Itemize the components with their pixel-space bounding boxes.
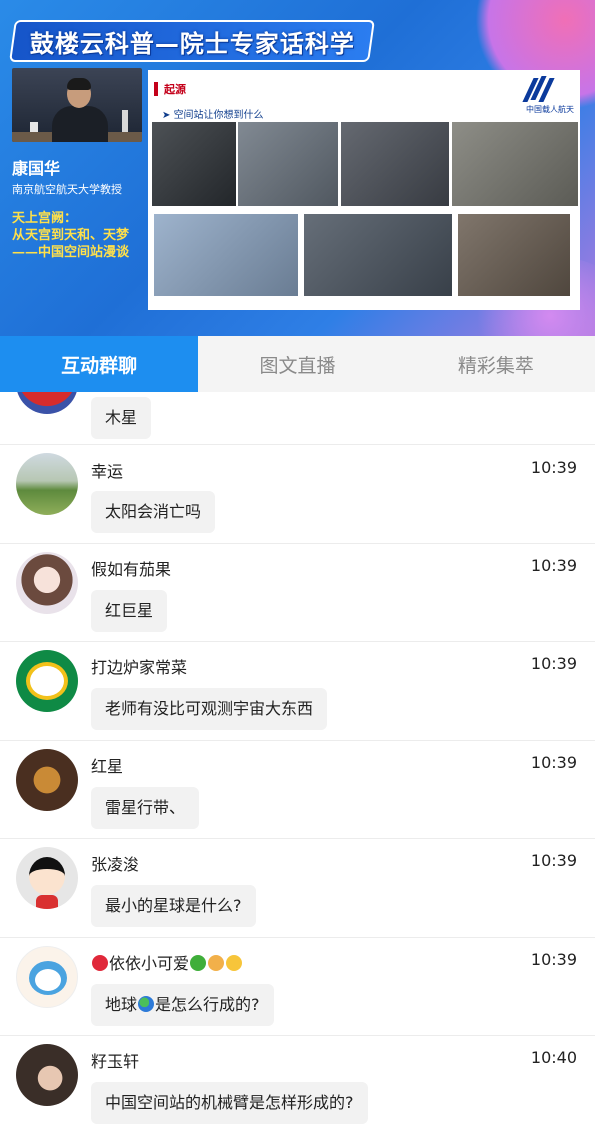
message-time: 10:40 (530, 1048, 577, 1067)
user-name[interactable]: 依依小可爱 (91, 950, 243, 974)
cartoon-kid-avatar[interactable] (16, 847, 78, 909)
green-logo-avatar[interactable] (16, 650, 78, 712)
slide-photo (341, 122, 449, 206)
tree-photo-avatar[interactable] (16, 453, 78, 515)
user-name-text: 依依小可爱 (109, 954, 190, 973)
presentation-slide: 起源 ➤ 空间站让你想到什么 中国载人航天 (148, 70, 580, 310)
tab-live-text[interactable]: 图文直播 (198, 336, 396, 392)
chat-message: 籽玉轩 10:40 中国空间站的机械臂是怎样形成的? (0, 1036, 595, 1125)
chat-bubble: 太阳会消亡吗 (91, 491, 216, 533)
chat-message: 张凌浚 10:39 最小的星球是什么? (0, 839, 595, 938)
user-name[interactable]: 幸运 (91, 458, 123, 482)
doraemon-avatar[interactable] (16, 946, 78, 1008)
clover-icon (190, 955, 207, 971)
globe-icon (138, 996, 155, 1012)
message-text: 是怎么行成的? (155, 995, 260, 1014)
message-time: 10:39 (530, 851, 577, 870)
user-name[interactable]: 假如有茄果 (91, 556, 171, 580)
logo-text: 中国载人航天 (526, 105, 574, 114)
anime-girl-avatar[interactable] (16, 552, 78, 614)
chat-message: 木星 (0, 392, 595, 445)
slide-photo (458, 214, 570, 296)
rocket-model (122, 110, 128, 132)
slide-photo (452, 122, 578, 206)
strawberry-icon (92, 955, 108, 971)
message-time: 10:39 (530, 458, 577, 477)
cat-face-icon (226, 955, 243, 971)
tab-interactive-chat[interactable]: 互动群聊 (0, 336, 199, 392)
chat-bubble: 红巨星 (91, 590, 168, 632)
chat-message: 依依小可爱 10:39 地球 是怎么行成的? (0, 938, 595, 1036)
message-time: 10:39 (530, 950, 577, 969)
presenter-body (52, 106, 108, 142)
banner-title: 鼓楼云科普—院士专家话科学 (29, 29, 355, 58)
chat-bubble: 地球 是怎么行成的? (91, 984, 274, 1026)
user-name[interactable]: 打边炉家常菜 (91, 654, 187, 678)
topic-line: 天上宫阙： (12, 211, 78, 226)
slide-photo (154, 214, 298, 296)
message-time: 10:39 (530, 753, 577, 772)
user-name[interactable]: 张凌浚 (91, 851, 139, 875)
presenter-video (12, 68, 142, 142)
cat-figure-avatar[interactable] (16, 749, 78, 811)
tab-highlights[interactable]: 精彩集萃 (397, 336, 595, 392)
message-time: 10:39 (530, 556, 577, 575)
message-time: 10:39 (530, 654, 577, 673)
chat-message: 幸运 10:39 太阳会消亡吗 (0, 445, 595, 544)
slide-subtitle: ➤ 空间站让你想到什么 (162, 110, 264, 121)
chat-bubble: 最小的星球是什么? (91, 885, 256, 927)
hand-photo-avatar[interactable] (16, 1044, 78, 1106)
user-name[interactable]: 红星 (91, 753, 123, 777)
slide-photo (238, 122, 338, 206)
slide-photo (152, 122, 236, 206)
chat-bubble: 中国空间站的机械臂是怎样形成的? (91, 1082, 368, 1124)
topic-line: 从天宫到天和、天梦 (12, 228, 130, 243)
message-text: 地球 (105, 995, 138, 1014)
slide-photo (304, 214, 452, 296)
program-banner: 鼓楼云科普—院士专家话科学 (9, 20, 375, 62)
slide-title-bar (154, 82, 158, 96)
presenter-hair (67, 78, 91, 90)
red-cartoon-avatar[interactable] (16, 392, 78, 414)
cup (30, 122, 38, 132)
chat-message: 红星 10:39 雷星行带、 (0, 741, 595, 839)
presenter-name: 康国华 (12, 159, 61, 178)
chat-message: 假如有茄果 10:39 红巨星 (0, 544, 595, 642)
topic-line: ——中国空间站漫谈 (12, 245, 130, 260)
chat-bubble: 木星 (91, 397, 152, 439)
tab-bar: 互动群聊 图文直播 精彩集萃 (0, 336, 595, 392)
lecture-topic: 天上宫阙： 从天宫到天和、天梦 ——中国空间站漫谈 (12, 210, 129, 261)
slide-subtitle-text: 空间站让你想到什么 (173, 110, 264, 121)
chat-bubble: 雷星行带、 (91, 787, 200, 829)
user-name[interactable]: 籽玉轩 (91, 1048, 139, 1072)
chat-list[interactable]: 木星 幸运 10:39 太阳会消亡吗 假如有茄果 10:39 红巨星 打边炉家常… (0, 392, 595, 1125)
live-video-player[interactable]: 鼓楼云科普—院士专家话科学 康国华 南京航空航天大学教授 天上宫阙： 从天宫到天… (0, 0, 595, 336)
chat-message: 打边炉家常菜 10:39 老师有没比可观测宇宙大东西 (0, 642, 595, 741)
chat-bubble: 老师有没比可观测宇宙大东西 (91, 688, 328, 730)
china-manned-space-logo-icon (522, 76, 555, 102)
dog-face-icon (208, 955, 225, 971)
presenter-org: 南京航空航天大学教授 (12, 183, 122, 196)
slide-title: 起源 (164, 83, 186, 96)
